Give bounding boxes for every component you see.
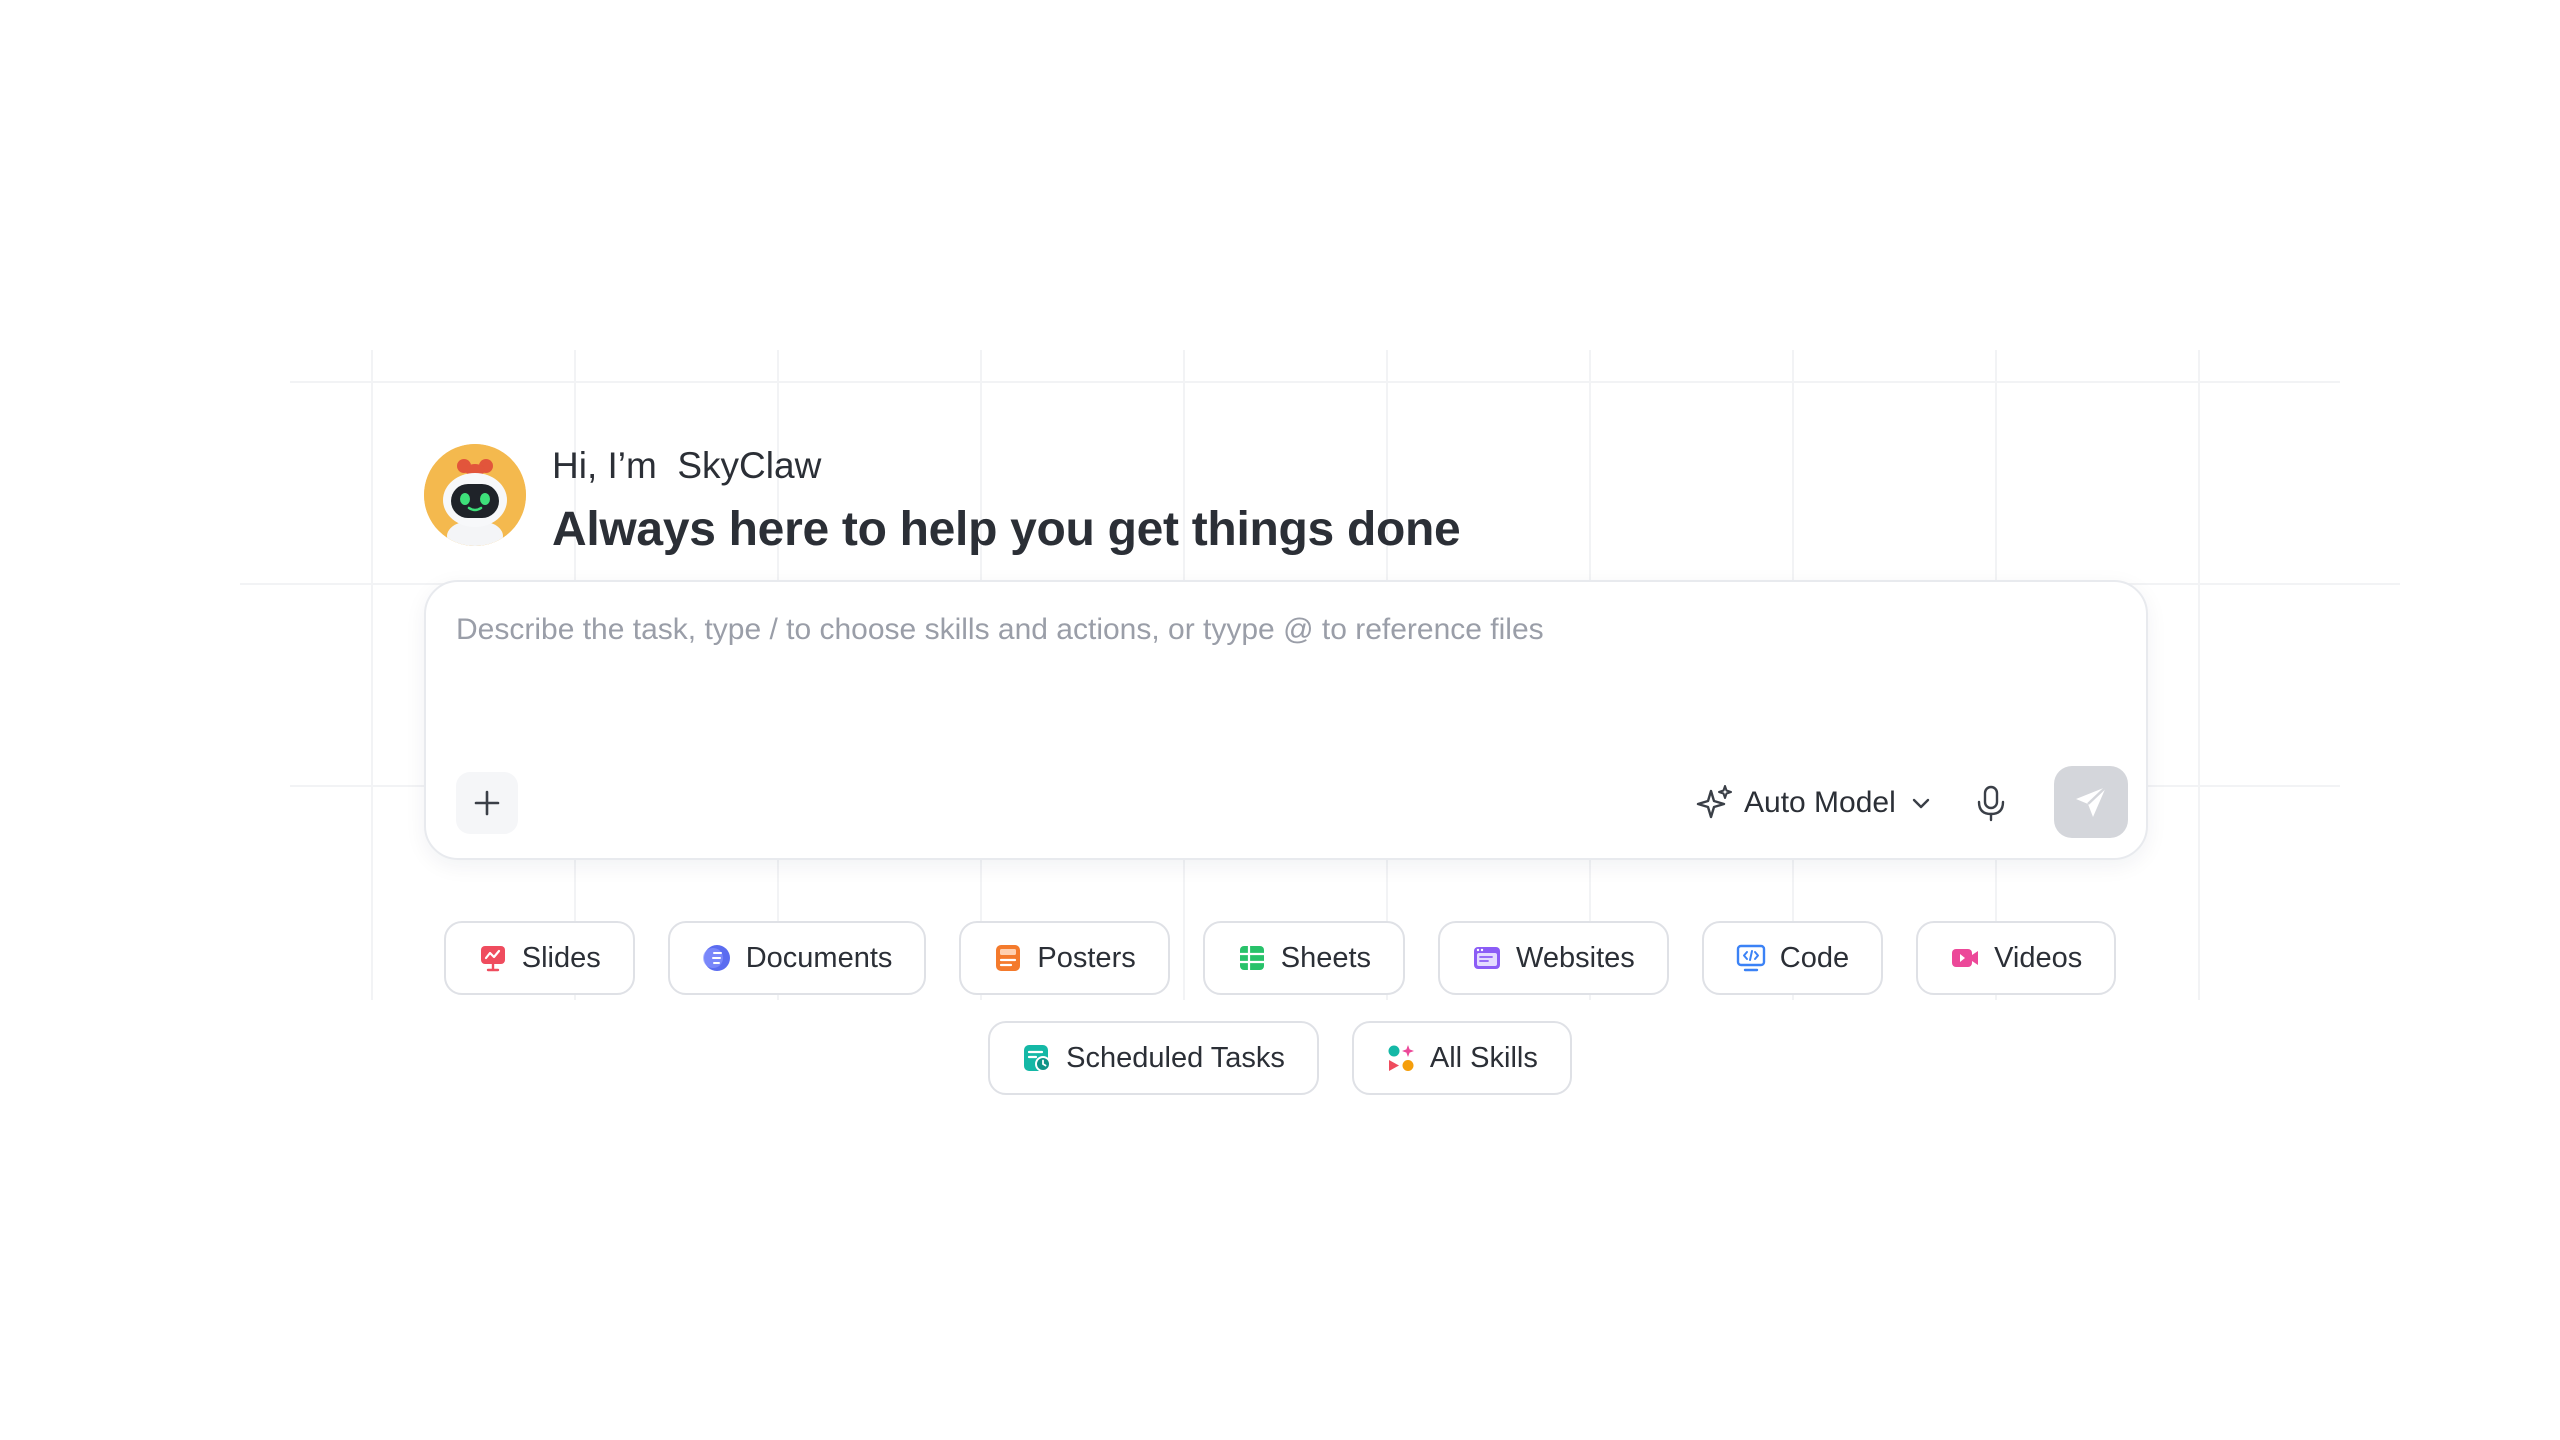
skill-chip-label: Posters bbox=[1037, 941, 1136, 974]
videos-icon bbox=[1952, 949, 1979, 967]
microphone-icon bbox=[1977, 785, 2005, 822]
skill-chip-label: Sheets bbox=[1280, 941, 1372, 974]
skill-chip-sheets[interactable]: Sheets bbox=[1202, 921, 1406, 995]
skill-chip-scheduled-tasks[interactable]: Scheduled Tasks bbox=[988, 1021, 1319, 1095]
posters-icon bbox=[996, 945, 1021, 971]
greeting-text: Hi, I’m SkyClaw Always here to help you … bbox=[552, 444, 1461, 560]
skill-chip-videos[interactable]: Videos bbox=[1916, 921, 2117, 995]
skill-chip-code[interactable]: Code bbox=[1701, 921, 1884, 995]
documents-icon bbox=[702, 945, 730, 971]
skills-row-2: Scheduled Tasks All Skills bbox=[0, 1021, 2560, 1095]
skill-chip-label: Code bbox=[1779, 941, 1850, 974]
sheets-icon bbox=[1239, 946, 1264, 970]
skill-chip-label: Slides bbox=[521, 941, 601, 974]
skill-chip-label: Videos bbox=[1994, 941, 2083, 974]
paper-plane-icon bbox=[2076, 786, 2107, 817]
voice-input-button[interactable] bbox=[1966, 778, 2016, 828]
chevron-down-icon bbox=[1912, 798, 1929, 809]
task-input[interactable] bbox=[456, 610, 2096, 690]
model-selector-label: Auto Model bbox=[1744, 786, 1896, 819]
skill-chip-label: Scheduled Tasks bbox=[1066, 1041, 1285, 1074]
skill-chip-posters[interactable]: Posters bbox=[959, 921, 1170, 995]
skill-chip-label: All Skills bbox=[1429, 1041, 1538, 1074]
greeting-hello: Hi, I’m SkyClaw bbox=[552, 445, 822, 486]
sparkle-icon bbox=[1696, 785, 1732, 819]
model-selector[interactable]: Auto Model bbox=[1694, 778, 1932, 828]
skill-chip-all-skills[interactable]: All Skills bbox=[1351, 1021, 1572, 1095]
skill-chip-label: Documents bbox=[745, 941, 893, 974]
add-attachment-button[interactable] bbox=[456, 772, 518, 834]
skill-chip-websites[interactable]: Websites bbox=[1438, 921, 1669, 995]
all-skills-icon bbox=[1388, 1045, 1414, 1071]
plus-icon bbox=[474, 790, 500, 816]
websites-icon bbox=[1474, 947, 1501, 969]
page: Hi, I’m SkyClaw Always here to help you … bbox=[0, 0, 2560, 1440]
skill-chip-label: Websites bbox=[1516, 941, 1635, 974]
robot-mascot-icon bbox=[424, 444, 526, 546]
task-composer: Auto Model bbox=[424, 580, 2148, 860]
scheduled-tasks-icon bbox=[1024, 1045, 1052, 1072]
greeting: Hi, I’m SkyClaw Always here to help you … bbox=[424, 444, 1461, 560]
skill-chip-documents[interactable]: Documents bbox=[667, 921, 927, 995]
code-icon bbox=[1736, 944, 1765, 972]
skills-row-1: Slides Documents Posters Sheets Websites… bbox=[0, 921, 2560, 995]
send-button[interactable] bbox=[2054, 766, 2128, 838]
skill-chip-slides[interactable]: Slides bbox=[443, 921, 635, 995]
slides-icon bbox=[480, 946, 505, 972]
greeting-tagline: Always here to help you get things done bbox=[552, 503, 1461, 556]
